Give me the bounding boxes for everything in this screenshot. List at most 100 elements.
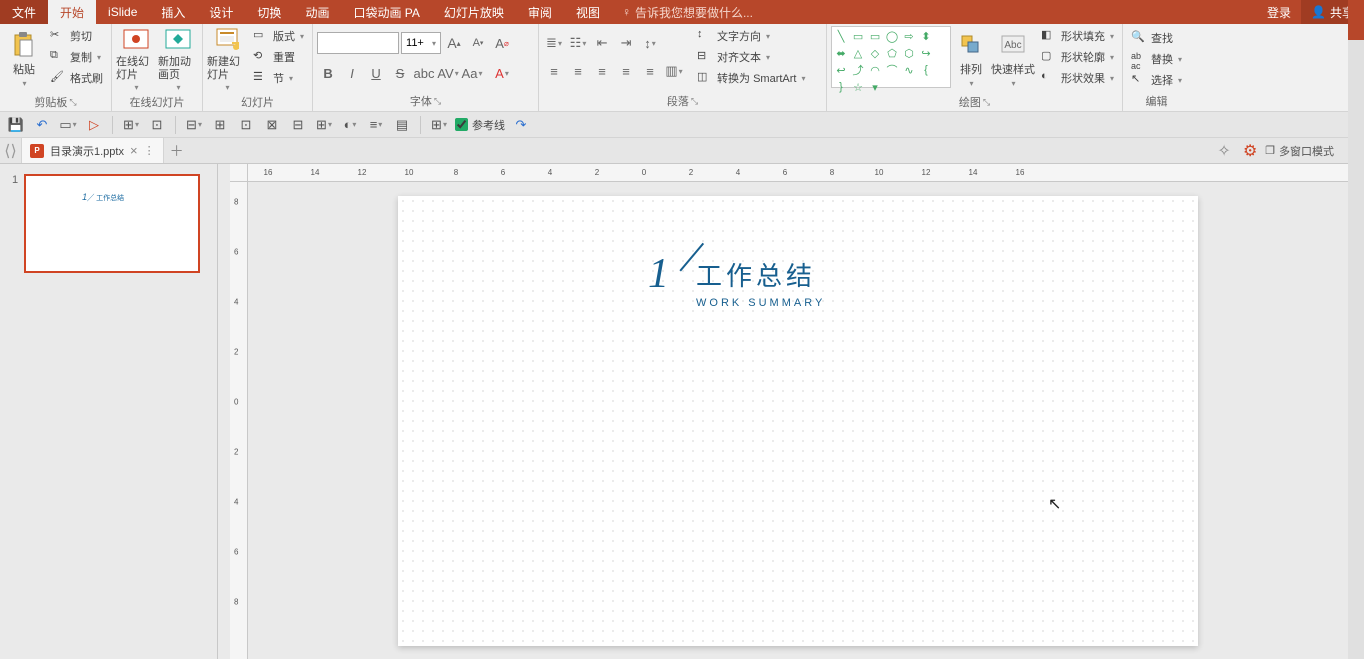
qat-btn-12[interactable]: ⊞▾ [429, 115, 449, 135]
tab-transition[interactable]: 切换 [245, 0, 293, 24]
online-slide-icon [122, 26, 150, 54]
shape-fill-button[interactable]: ◧形状填充▾ [1037, 26, 1118, 46]
dialog-launcher[interactable]: ⤡ [691, 96, 698, 107]
tab-animation[interactable]: 动画 [293, 0, 341, 24]
align-left-button[interactable]: ≡ [543, 60, 565, 82]
add-tab-button[interactable]: ＋ [164, 138, 190, 163]
slide-canvas[interactable]: 1 工作总结 WORK SUMMARY [398, 196, 1198, 646]
smartart-button[interactable]: ◫转换为 SmartArt▾ [693, 68, 809, 88]
select-button[interactable]: ↖选择▾ [1127, 70, 1186, 90]
ruler-horizontal[interactable]: 1614121086420246810121416 [248, 164, 1364, 182]
tab-menu-button[interactable]: ⋮ [144, 144, 155, 157]
qat-btn-11[interactable]: ▤ [392, 115, 412, 135]
layout-button[interactable]: ▭版式▾ [249, 26, 308, 46]
font-name-combo[interactable] [317, 32, 399, 54]
tab-home[interactable]: 开始 [48, 0, 96, 24]
scrollbar-thumb[interactable] [1348, 0, 1364, 40]
tab-file[interactable]: 文件 [0, 0, 48, 24]
align-text-button[interactable]: ⊟对齐文本▾ [693, 47, 809, 67]
align-text-icon: ⊟ [697, 49, 713, 65]
text-direction-button[interactable]: ↕文字方向▾ [693, 26, 809, 46]
document-tab[interactable]: P 目录演示1.pptx × ⋮ [22, 138, 164, 163]
qat-btn-3[interactable]: ⊟▾ [184, 115, 204, 135]
dialog-launcher[interactable]: ⤡ [69, 97, 76, 108]
shape-outline-button[interactable]: ▢形状轮廓▾ [1037, 47, 1118, 67]
vertical-scrollbar[interactable] [1348, 0, 1364, 659]
paste-button[interactable]: 粘贴 ▾ [4, 26, 44, 92]
arrange-button[interactable]: 排列▾ [953, 26, 989, 92]
indent-dec-button[interactable]: ⇤ [591, 32, 613, 54]
qat-btn-8[interactable]: ⊞▾ [314, 115, 334, 135]
section-button[interactable]: ☰节▾ [249, 68, 308, 88]
qat-btn-10[interactable]: ≡▾ [366, 115, 386, 135]
format-painter-button[interactable]: 🖌格式刷 [46, 68, 107, 88]
line-spacing-button[interactable]: ↕▾ [639, 32, 661, 54]
qat-present-button[interactable]: ▷ [84, 115, 104, 135]
ruler-corner [230, 164, 248, 182]
redo-button[interactable]: ↷ [511, 115, 531, 135]
dialog-launcher[interactable]: ⤡ [983, 97, 990, 108]
shrink-font-button[interactable]: A▾ [467, 32, 489, 54]
close-tab-button[interactable]: × [130, 143, 138, 158]
qat-btn-9[interactable]: ◐▾ [340, 115, 360, 135]
underline-button[interactable]: U [365, 62, 387, 84]
tab-review[interactable]: 审阅 [516, 0, 564, 24]
quick-styles-button[interactable]: Abc 快速样式▾ [991, 26, 1035, 92]
cut-button[interactable]: ✂剪切 [46, 26, 107, 46]
change-case-button[interactable]: Aa▾ [461, 62, 483, 84]
bullets-button[interactable]: ≣▾ [543, 32, 565, 54]
clear-format-button[interactable]: A⌀ [491, 32, 513, 54]
chevron-down-icon: ▾ [97, 53, 101, 62]
online-slides-button[interactable]: 在线幻灯片▾ [116, 26, 156, 92]
spacing-button[interactable]: AV▾ [437, 62, 459, 84]
undo-button[interactable]: ↶ [32, 115, 52, 135]
ruler-vertical[interactable]: 864202468 [230, 182, 248, 659]
copy-button[interactable]: ⧉复制▾ [46, 47, 107, 67]
shapes-gallery[interactable]: ╲▭▭◯⇨⬍⬌ △◇⬠⬡↪↩⤴ ◠⌒∿{}☆▾ [831, 26, 951, 88]
tab-slideshow[interactable]: 幻灯片放映 [432, 0, 516, 24]
qat-btn-7[interactable]: ⊟ [288, 115, 308, 135]
columns-button[interactable]: ▥▾ [663, 60, 685, 82]
strike-button[interactable]: S [389, 62, 411, 84]
tell-me-search[interactable]: ♀ 告诉我您想要做什么... [622, 0, 753, 24]
tabs-nav-button[interactable]: ⟨⟩ [0, 138, 22, 163]
align-center-button[interactable]: ≡ [567, 60, 589, 82]
justify-button[interactable]: ≡ [615, 60, 637, 82]
dialog-launcher[interactable]: ⤡ [434, 96, 441, 107]
qat-btn-6[interactable]: ⊠ [262, 115, 282, 135]
bold-button[interactable]: B [317, 62, 339, 84]
tab-design[interactable]: 设计 [197, 0, 245, 24]
tab-islide[interactable]: iSlide [96, 0, 149, 24]
qat-btn-1[interactable]: ⊞▾ [121, 115, 141, 135]
italic-button[interactable]: I [341, 62, 363, 84]
save-button[interactable]: 💾 [6, 115, 26, 135]
pin-button[interactable]: ✧ [1213, 140, 1235, 162]
qat-slide-button[interactable]: ▭▾ [58, 115, 78, 135]
multiwindow-button[interactable]: ❐多窗口模式 [1265, 140, 1334, 162]
login-button[interactable]: 登录 [1257, 0, 1301, 24]
tab-view[interactable]: 视图 [564, 0, 612, 24]
font-color-button[interactable]: A▾ [491, 62, 513, 84]
find-button[interactable]: 🔍查找 [1127, 28, 1186, 48]
qat-btn-5[interactable]: ⊡ [236, 115, 256, 135]
align-right-button[interactable]: ≡ [591, 60, 613, 82]
slide-thumbnail[interactable]: 1╱ 工作总结 [24, 174, 200, 273]
new-anim-button[interactable]: 新加动画页▾ [158, 26, 198, 92]
font-size-combo[interactable]: 11+▾ [401, 32, 441, 54]
distributed-button[interactable]: ≡ [639, 60, 661, 82]
replace-button[interactable]: abac替换▾ [1127, 49, 1186, 69]
tab-insert[interactable]: 插入 [149, 0, 197, 24]
qat-btn-2[interactable]: ⊡ [147, 115, 167, 135]
numbering-button[interactable]: ☷▾ [567, 32, 589, 54]
guides-checkbox[interactable]: 参考线 [455, 117, 505, 133]
quick-access-toolbar: 💾 ↶ ▭▾ ▷ ⊞▾ ⊡ ⊟▾ ⊞ ⊡ ⊠ ⊟ ⊞▾ ◐▾ ≡▾ ▤ ⊞▾ 参… [0, 112, 1364, 138]
reset-button[interactable]: ⟲重置 [249, 47, 308, 67]
shadow-button[interactable]: abc [413, 62, 435, 84]
settings-button[interactable]: ⚙ [1239, 140, 1261, 162]
indent-inc-button[interactable]: ⇥ [615, 32, 637, 54]
tab-pocket[interactable]: 口袋动画 PA [341, 0, 431, 24]
grow-font-button[interactable]: A▴ [443, 32, 465, 54]
qat-btn-4[interactable]: ⊞ [210, 115, 230, 135]
shape-effects-button[interactable]: ◐形状效果▾ [1037, 68, 1118, 88]
new-slide-button[interactable]: 新建幻灯片▾ [207, 26, 247, 92]
